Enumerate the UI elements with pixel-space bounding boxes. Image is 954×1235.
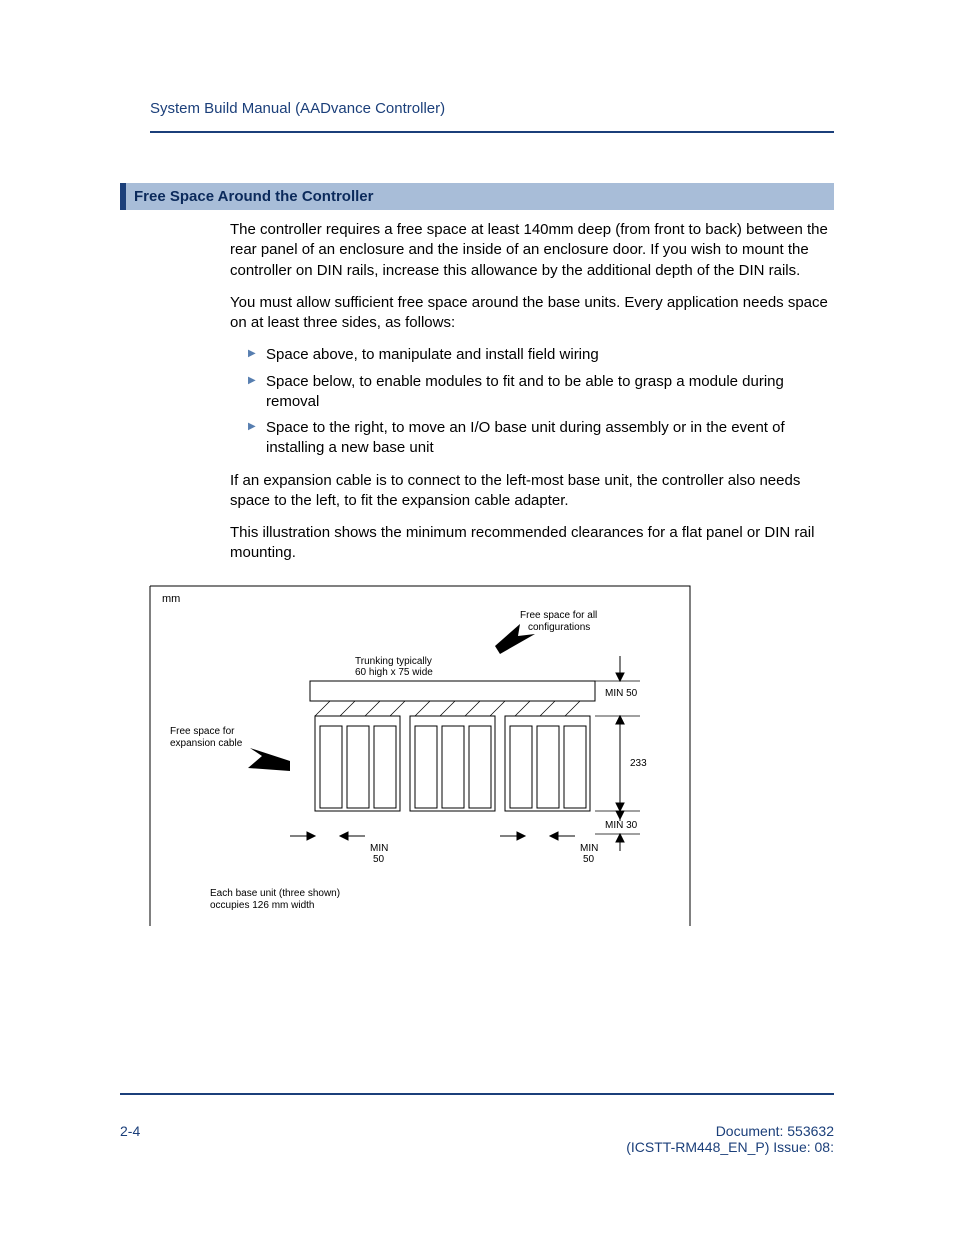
list-item: Space below, to enable modules to fit an… <box>248 372 834 413</box>
footer-rule <box>120 1093 834 1095</box>
header-rule <box>150 131 834 133</box>
fig-label: 60 high x 75 wide <box>355 667 433 678</box>
bullet-list: Space above, to manipulate and install f… <box>230 345 834 458</box>
list-item: Space above, to manipulate and install f… <box>248 345 834 365</box>
fig-label: MIN 50 <box>605 688 638 699</box>
doc-id: Document: 553632 <box>626 1123 834 1139</box>
fig-label: 50 <box>583 854 595 865</box>
fig-label: MIN <box>370 843 388 854</box>
page-number: 2-4 <box>120 1123 140 1155</box>
fig-label: Free space for <box>170 726 235 737</box>
paragraph: The controller requires a free space at … <box>230 220 834 281</box>
running-head: System Build Manual (AADvance Controller… <box>150 100 834 117</box>
section-heading: Free Space Around the Controller <box>120 183 834 210</box>
fig-label: 233 <box>630 758 647 769</box>
fig-label: MIN <box>580 843 598 854</box>
page-footer: 2-4 Document: 553632 (ICSTT-RM448_EN_P) … <box>120 1093 834 1155</box>
clearance-figure: mm Free space for all configurations Tru… <box>140 576 834 936</box>
fig-label: Free space for all <box>520 610 597 621</box>
fig-label: configurations <box>528 622 590 633</box>
fig-unit-label: mm <box>162 593 180 605</box>
fig-label: Trunking typically <box>355 656 432 667</box>
fig-label: expansion cable <box>170 738 243 749</box>
fig-label: 50 <box>373 854 385 865</box>
fig-label: Each base unit (three shown) <box>210 888 340 899</box>
paragraph: You must allow sufficient free space aro… <box>230 293 834 334</box>
paragraph: This illustration shows the minimum reco… <box>230 523 834 564</box>
paragraph: If an expansion cable is to connect to t… <box>230 471 834 512</box>
doc-issue: (ICSTT-RM448_EN_P) Issue: 08: <box>626 1139 834 1155</box>
fig-label: occupies 126 mm width <box>210 900 315 911</box>
fig-label: MIN 30 <box>605 820 638 831</box>
body-text: The controller requires a free space at … <box>230 220 834 564</box>
arrow-icon <box>248 748 290 771</box>
list-item: Space to the right, to move an I/O base … <box>248 418 834 459</box>
